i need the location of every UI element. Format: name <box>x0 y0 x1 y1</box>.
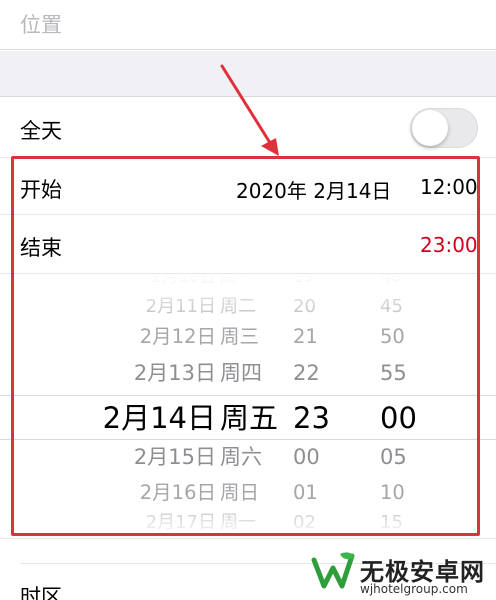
w-leaf-logo-icon <box>311 552 355 589</box>
annotation-arrow-icon <box>220 64 279 156</box>
watermark: 无极安卓网 wjhotelgroup.com <box>310 548 496 600</box>
watermark-url: wjhotelgroup.com <box>360 582 468 596</box>
